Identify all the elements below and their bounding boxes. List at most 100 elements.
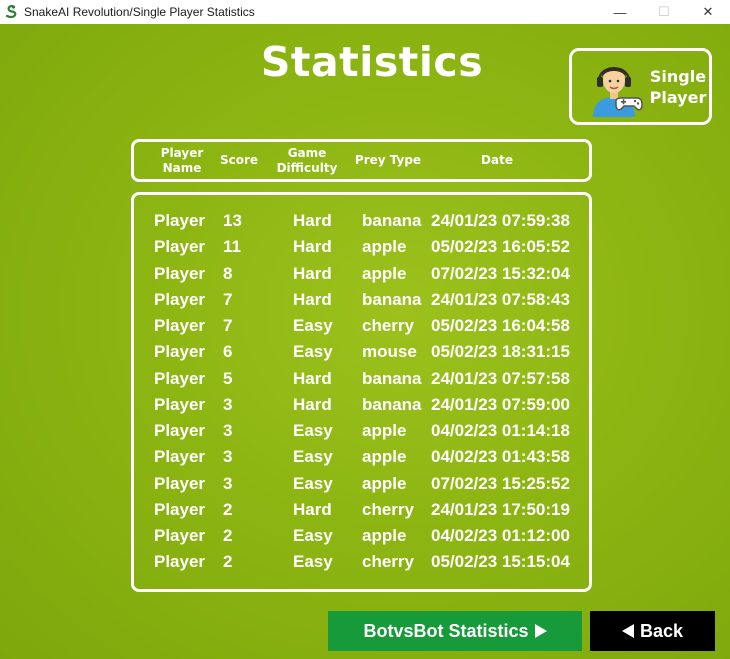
cell-difficulty: Hard [293,368,332,388]
cell-score: 13 [223,211,242,230]
cell-date: 04/02/23 01:43:58 [431,447,570,467]
cell-prey: mouse [362,342,417,362]
single-player-badge: Single Player [569,48,712,125]
cell-name: Player [154,552,206,572]
cell-difficulty: Easy [293,447,333,467]
back-button[interactable]: Back [590,611,715,651]
cell-name: Player [154,211,206,230]
cell-score: 8 [223,263,233,283]
cell-date: 07/02/23 15:32:04 [431,263,570,283]
cell-difficulty: Easy [293,342,333,362]
table-row: Player 7 Hard banana 24/01/23 07:58:43 [134,287,589,313]
table-row: Player 2 Easy apple 04/02/23 01:12:00 [134,523,589,549]
statistics-screen: Statistics Single Player Player Name Sco… [0,24,730,659]
cell-difficulty: Hard [293,237,332,257]
cell-difficulty: Hard [293,289,332,309]
statistics-table: Player 13 Hard banana 24/01/23 07:59:38 Playe… [131,192,592,592]
cell-prey: cherry [362,552,414,572]
cell-difficulty: Hard [293,394,332,414]
cell-score: 3 [223,421,233,440]
table-row: Player 13 Hard banana 24/01/23 07:59:38 [134,208,589,234]
cell-date: 05/02/23 16:05:52 [431,237,570,257]
cell-name: Player [154,421,206,440]
cell-score: 2 [223,552,233,572]
cell-difficulty: Easy [293,421,333,440]
cell-score: 6 [223,342,233,362]
cell-score: 2 [223,526,233,545]
maximize-button[interactable]: ☐ [642,0,686,24]
table-row: Player 2 Easy cherry 05/02/23 15:15:04 [134,549,589,575]
cell-date: 24/01/23 07:58:43 [431,289,570,309]
cell-name: Player [154,342,206,362]
cell-date: 04/02/23 01:12:00 [431,526,570,545]
cell-score: 3 [223,394,233,414]
play-arrow-right-icon [534,624,547,638]
window-controls: — ☐ ✕ [598,0,730,24]
cell-prey: apple [362,263,407,283]
cell-name: Player [154,316,206,335]
cell-prey: banana [362,289,422,309]
table-row: Player 3 Easy apple 07/02/23 15:25:52 [134,471,589,497]
table-row: Player 2 Hard cherry 24/01/23 17:50:19 [134,497,589,523]
minimize-button[interactable]: — [598,0,642,24]
table-row: Player 11 Hard apple 05/02/23 16:05:52 [134,234,589,260]
cell-name: Player [154,237,206,257]
cell-date: 04/02/23 01:14:18 [431,421,570,440]
cell-difficulty: Hard [293,499,332,519]
cell-difficulty: Easy [293,552,333,572]
cell-score: 5 [223,368,233,388]
cell-difficulty: Easy [293,526,333,545]
snake-app-icon [5,5,17,19]
cell-prey: apple [362,473,407,493]
cell-difficulty: Easy [293,473,333,493]
cell-prey: apple [362,421,407,440]
cell-prey: cherry [362,499,414,519]
cell-difficulty: Hard [293,211,332,230]
table-row: Player 7 Easy cherry 05/02/23 16:04:58 [134,313,589,339]
cell-score: 3 [223,473,233,493]
cell-date: 07/02/23 15:25:52 [431,473,570,493]
cell-date: 05/02/23 18:31:15 [431,342,570,362]
play-arrow-left-icon [621,624,634,638]
table-row: Player 3 Easy apple 04/02/23 01:43:58 [134,444,589,470]
cell-name: Player [154,499,206,519]
table-header: Player Name Score Game Difficulty Prey Typ… [131,139,592,182]
cell-score: 2 [223,499,233,519]
cell-difficulty: Easy [293,316,333,335]
table-row: Player 6 Easy mouse 05/02/23 18:31:15 [134,339,589,365]
botvsbot-statistics-button[interactable]: BotvsBot Statistics [328,611,582,651]
cell-date: 24/01/23 07:57:58 [431,368,570,388]
cell-date: 05/02/23 16:04:58 [431,316,570,335]
gamer-avatar-icon [593,67,643,117]
cell-score: 3 [223,447,233,467]
cell-name: Player [154,289,206,309]
cell-prey: banana [362,394,422,414]
mode-label: Single Player [649,67,707,107]
cell-name: Player [154,394,206,414]
cell-prey: banana [362,368,422,388]
column-header-difficulty: Game Difficulty [276,145,338,175]
cell-date: 24/01/23 07:59:00 [431,394,570,414]
cell-name: Player [154,526,206,545]
cell-prey: apple [362,526,407,545]
cell-prey: banana [362,211,422,230]
cell-difficulty: Hard [293,263,332,283]
window-title: SnakeAI Revolution/Single Player Statist… [24,5,255,19]
cell-date: 24/01/23 07:59:38 [431,211,570,230]
column-header-date: Date [481,153,513,167]
column-header-prey-type: Prey Type [354,153,422,167]
column-header-player-name: Player Name [160,145,204,175]
table-row: Player 8 Hard apple 07/02/23 15:32:04 [134,261,589,287]
cell-prey: apple [362,237,407,257]
table-row: Player 3 Hard banana 24/01/23 07:59:00 [134,392,589,418]
cell-name: Player [154,263,206,283]
window-titlebar: SnakeAI Revolution/Single Player Statist… [0,0,730,24]
cell-score: 7 [223,316,233,335]
cell-prey: apple [362,447,407,467]
cell-name: Player [154,368,206,388]
close-button[interactable]: ✕ [686,0,730,24]
column-header-score: Score [219,153,259,167]
cell-date: 05/02/23 15:15:04 [431,552,570,572]
table-row: Player 3 Easy apple 04/02/23 01:14:18 [134,418,589,444]
cell-name: Player [154,473,206,493]
